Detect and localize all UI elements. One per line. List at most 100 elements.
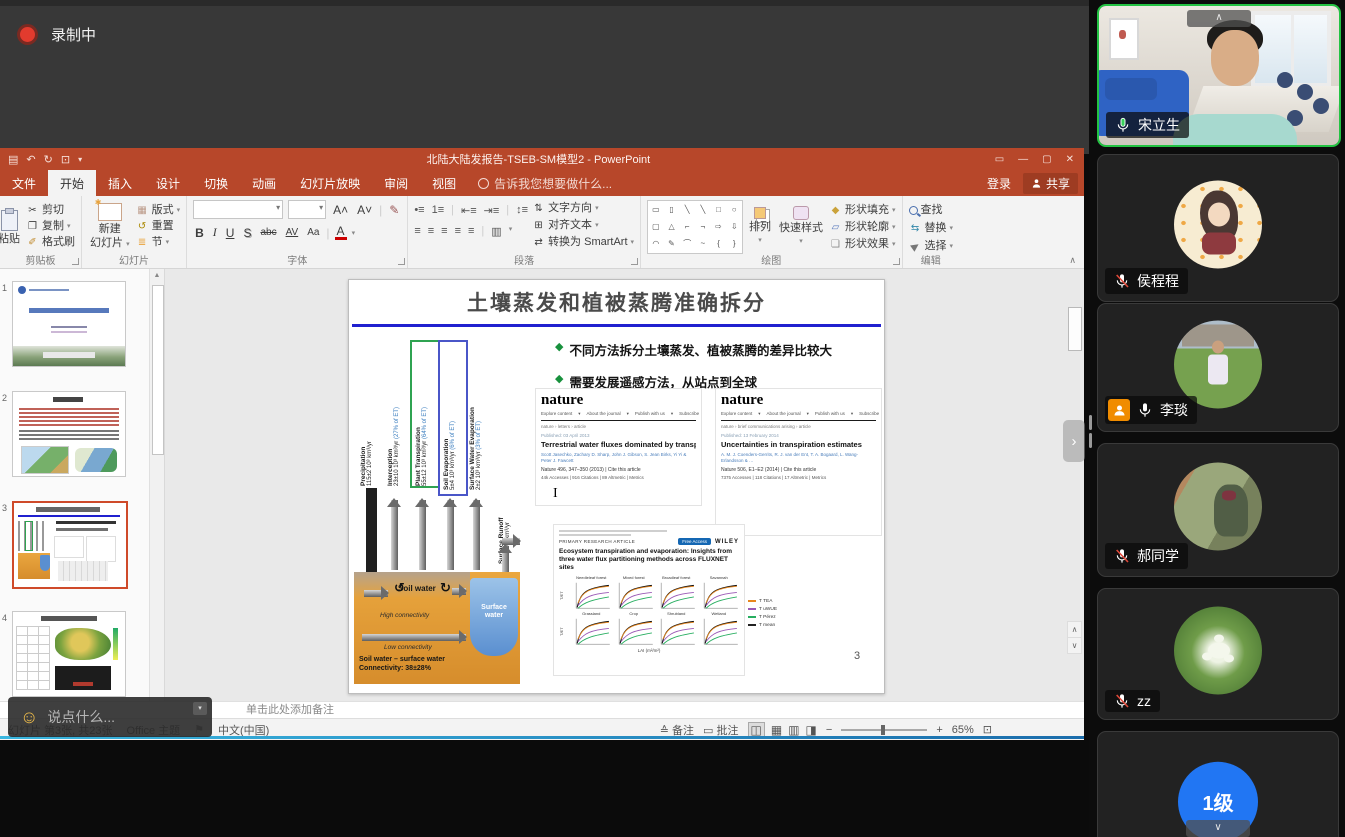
participant-tile-1ji[interactable]: 1级 ∨ <box>1097 731 1339 837</box>
tab-transitions[interactable]: 切换 <box>192 170 240 196</box>
align-text-button[interactable]: ⊞对齐文本 ▾ <box>532 219 634 232</box>
align-right-icon[interactable]: ≡ <box>441 225 447 238</box>
triangle-shape-icon[interactable]: △ <box>668 223 674 231</box>
distribute-icon[interactable]: ≡ <box>468 225 474 238</box>
participant-tile-liyan[interactable]: 李琰 <box>1097 303 1339 432</box>
paste-button[interactable]: 粘贴 <box>0 200 22 254</box>
participant-tile-zz[interactable]: zz <box>1097 588 1339 720</box>
shapes-gallery[interactable]: ▭▯╲╲□○ ▢△⌐¬⇨⇩ ◠✎⌒~{} <box>647 200 743 254</box>
copy-button[interactable]: ❐复制 ▾ <box>26 220 75 233</box>
minimize-icon[interactable]: — <box>1018 154 1028 165</box>
smartart-button[interactable]: ⇄转换为 SmartArt ▾ <box>532 236 634 249</box>
close-icon[interactable]: ✕ <box>1066 154 1074 165</box>
shape-effects-button[interactable]: ❏形状效果 ▾ <box>829 238 896 251</box>
layout-button[interactable]: ▦版式 ▾ <box>136 204 181 217</box>
slide-thumbnail-1[interactable] <box>12 281 126 367</box>
curve-shape-icon[interactable]: ⌒ <box>683 240 691 248</box>
zoom-in-button[interactable]: + <box>936 724 942 736</box>
italic-icon[interactable]: I <box>211 225 219 240</box>
columns-icon[interactable]: ▥ <box>491 225 501 238</box>
rect-shape-icon[interactable]: □ <box>716 206 721 214</box>
slide-canvas[interactable]: 土壤蒸发和植被蒸腾准确拆分 Precipitation115±2 10³ km³… <box>348 279 885 694</box>
zoom-level[interactable]: 65% <box>952 724 974 736</box>
chat-input[interactable]: ☺ 说点什么... ▾ <box>8 697 212 737</box>
clipboard-dialog-launcher[interactable] <box>72 258 79 265</box>
reading-view-button[interactable]: ▥ <box>788 723 799 737</box>
sign-in-button[interactable]: 登录 <box>979 175 1019 192</box>
font-size-select[interactable] <box>288 200 326 219</box>
find-button[interactable]: 查找 <box>909 204 954 217</box>
elbow-shape-icon[interactable]: ⌐ <box>685 223 690 231</box>
sidebar-collapse-button[interactable]: › <box>1063 420 1085 462</box>
numbering-icon[interactable]: 1≡ <box>432 204 445 217</box>
brace-left-shape-icon[interactable]: { <box>717 240 720 248</box>
rounded-rect-shape-icon[interactable]: ▢ <box>652 223 660 231</box>
font-name-select[interactable] <box>193 200 283 219</box>
zoom-slider-thumb[interactable] <box>881 725 885 735</box>
tab-slideshow[interactable]: 幻灯片放映 <box>288 170 372 196</box>
wave-shape-icon[interactable]: ~ <box>701 240 706 248</box>
brace-right-shape-icon[interactable]: } <box>733 240 736 248</box>
bullets-icon[interactable]: •≡ <box>414 204 424 217</box>
shape-outline-button[interactable]: ▱形状轮廓 ▾ <box>829 221 896 234</box>
strikethrough-icon[interactable]: abc <box>258 227 278 238</box>
restore-icon[interactable]: ▢ <box>1042 154 1051 165</box>
format-painter-button[interactable]: ✐格式刷 <box>26 236 75 249</box>
tab-home[interactable]: 开始 <box>48 170 96 196</box>
drawing-dialog-launcher[interactable] <box>893 258 900 265</box>
clear-formatting-icon[interactable]: ✎ <box>387 203 401 217</box>
tab-design[interactable]: 设计 <box>144 170 192 196</box>
ribbon-display-options-icon[interactable]: ▭ <box>995 154 1004 165</box>
section-button[interactable]: ≣节 ▾ <box>136 236 181 249</box>
arrow-down-shape-icon[interactable]: ⇩ <box>731 223 738 231</box>
cut-button[interactable]: ✂剪切 <box>26 204 75 217</box>
sidebar-resize-handle[interactable] <box>1089 415 1092 448</box>
new-slide-button[interactable]: 新建 幻灯片 ▾ <box>88 200 132 254</box>
line-shape-icon[interactable]: ╲ <box>685 206 690 214</box>
tab-review[interactable]: 审阅 <box>372 170 420 196</box>
scroll-participants-button[interactable]: ∨ <box>1186 820 1250 837</box>
emoji-icon[interactable]: ☺ <box>20 708 38 726</box>
reset-button[interactable]: ↺重置 <box>136 220 181 233</box>
scrollbar-thumb[interactable] <box>152 285 164 455</box>
elbow2-shape-icon[interactable]: ¬ <box>701 223 706 231</box>
tab-insert[interactable]: 插入 <box>96 170 144 196</box>
grow-font-icon[interactable]: A˄ <box>331 203 350 217</box>
fit-to-window-icon[interactable]: ⊡ <box>983 723 992 736</box>
slide-sorter-view-button[interactable]: ▦ <box>771 723 782 737</box>
quick-styles-button[interactable]: 快速样式 ▾ <box>777 200 825 254</box>
zoom-slider[interactable] <box>841 729 927 731</box>
font-dialog-launcher[interactable] <box>398 258 405 265</box>
participant-tile-haotongxue[interactable]: 郝同学 <box>1097 443 1339 577</box>
replace-button[interactable]: ⇆替换 ▾ <box>909 222 954 235</box>
zoom-out-button[interactable]: − <box>826 724 832 736</box>
save-icon[interactable]: ▤ <box>8 153 18 166</box>
tell-me-box[interactable]: 告诉我您想要做什么... <box>468 170 622 196</box>
arc-shape-icon[interactable]: ◠ <box>652 240 659 248</box>
collapse-ribbon-icon[interactable]: ∧ <box>1069 255 1076 266</box>
undo-icon[interactable]: ↶ <box>26 153 35 166</box>
shadow-icon[interactable]: S <box>241 226 253 240</box>
bold-icon[interactable]: B <box>193 226 206 240</box>
shape-fill-button[interactable]: ◆形状填充 ▾ <box>829 204 896 217</box>
collapse-videos-button[interactable]: ∧ <box>1187 10 1251 27</box>
participant-tile-houchengcheng[interactable]: 侯程程 <box>1097 154 1339 302</box>
character-spacing-icon[interactable]: AV <box>284 227 301 238</box>
slide-thumbnail-4[interactable] <box>12 611 126 697</box>
align-center-icon[interactable]: ≡ <box>428 225 434 238</box>
align-left-icon[interactable]: ≡ <box>414 225 420 238</box>
font-color-icon[interactable]: A <box>335 226 347 240</box>
previous-slide-button[interactable]: ∧ <box>1067 621 1082 638</box>
textbox-v-shape-icon[interactable]: ▯ <box>669 206 673 214</box>
justify-icon[interactable]: ≡ <box>455 225 461 238</box>
next-slide-button[interactable]: ∨ <box>1067 637 1082 654</box>
start-slideshow-icon[interactable]: ⊡ <box>61 153 70 166</box>
decrease-indent-icon[interactable]: ⇤≡ <box>461 204 477 217</box>
thumbnail-scrollbar[interactable]: ▲ <box>149 269 164 701</box>
slide-thumbnail-3-selected[interactable] <box>12 501 128 589</box>
slide-thumbnail-2[interactable] <box>12 391 126 477</box>
increase-indent-icon[interactable]: ⇥≡ <box>484 204 500 217</box>
line2-shape-icon[interactable]: ╲ <box>700 206 705 214</box>
scroll-up-icon[interactable]: ▲ <box>150 269 164 283</box>
participant-tile-songlisheng[interactable]: ∧ 宋立生 <box>1097 4 1341 147</box>
